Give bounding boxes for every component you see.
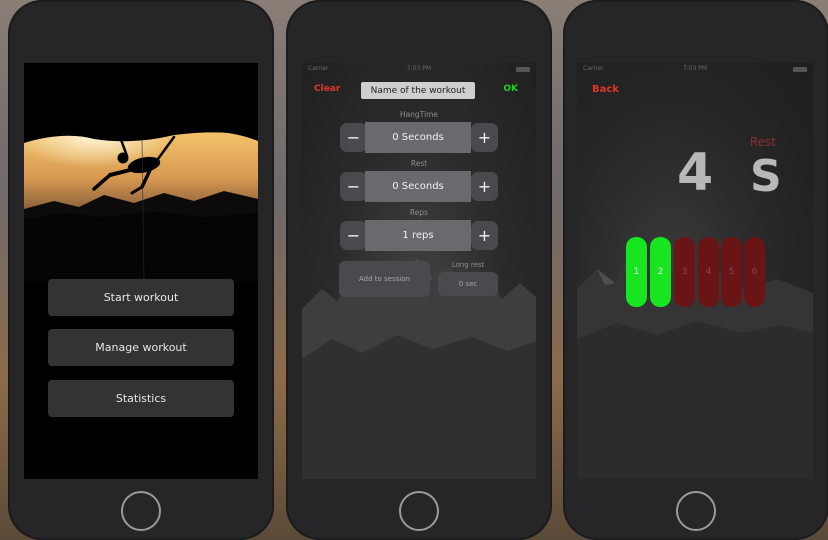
add-to-session-button[interactable]: Add to session [339,261,430,297]
hangtime-label: HangTime [399,110,439,119]
start-workout-button[interactable]: Start workout [48,279,234,316]
hangtime-increment-button[interactable]: + [471,123,498,152]
status-bar: Carrier 7:03 PM [583,65,807,75]
status-bar: Carrier 7:03 PM [308,65,530,75]
home-button[interactable] [121,491,161,531]
rep-indicator-6: 6 [744,237,765,307]
climber-hero-image [24,131,258,281]
mountain-background-image [577,255,813,479]
workout-timer-screen: Carrier 7:03 PM Back Rest 4 S 1 2 3 4 5 … [577,63,813,479]
home-screen: Start workout Manage workout Statistics [24,63,258,479]
rest-increment-button[interactable]: + [471,172,498,201]
create-workout-screen: Carrier 7:03 PM Clear Name of the workou… [302,63,536,479]
clear-button[interactable]: Clear [314,84,340,94]
rep-indicator-3: 3 [674,237,695,307]
rest-value: 0 Seconds [365,171,471,202]
rep-indicator-5: 5 [721,237,742,307]
ok-button[interactable]: OK [503,84,518,94]
rest-label: Rest [410,159,428,168]
countdown-unit: S [750,151,782,202]
home-button[interactable] [399,491,439,531]
status-time: 7:03 PM [406,65,432,72]
rep-indicator-4: 4 [698,237,719,307]
long-rest-field[interactable]: 0 sec [438,272,498,296]
home-button[interactable] [676,491,716,531]
battery-icon [516,67,530,72]
battery-icon [793,67,807,72]
rep-indicator-1: 1 [626,237,647,307]
rest-decrement-button[interactable]: − [340,172,367,201]
hangtime-decrement-button[interactable]: − [340,123,367,152]
workout-name-field[interactable]: Name of the workout [361,82,475,99]
reps-decrement-button[interactable]: − [340,221,367,250]
reps-increment-button[interactable]: + [471,221,498,250]
long-rest-label: Long rest [451,261,485,269]
reps-value: 1 reps [365,220,471,251]
statistics-button[interactable]: Statistics [48,380,234,417]
status-time: 7:03 PM [682,65,708,72]
phone-home-screen: Start workout Manage workout Statistics [8,0,274,540]
phone-workout-timer: Carrier 7:03 PM Back Rest 4 S 1 2 3 4 5 … [563,0,828,540]
manage-workout-button[interactable]: Manage workout [48,329,234,366]
hangtime-value: 0 Seconds [365,122,471,153]
rep-indicator-2: 2 [650,237,671,307]
reps-label: Reps [409,208,429,217]
phone-create-workout: Carrier 7:03 PM Clear Name of the workou… [286,0,552,540]
countdown-value: 4 [677,143,714,203]
phase-label: Rest [749,135,776,149]
back-button[interactable]: Back [592,84,619,95]
